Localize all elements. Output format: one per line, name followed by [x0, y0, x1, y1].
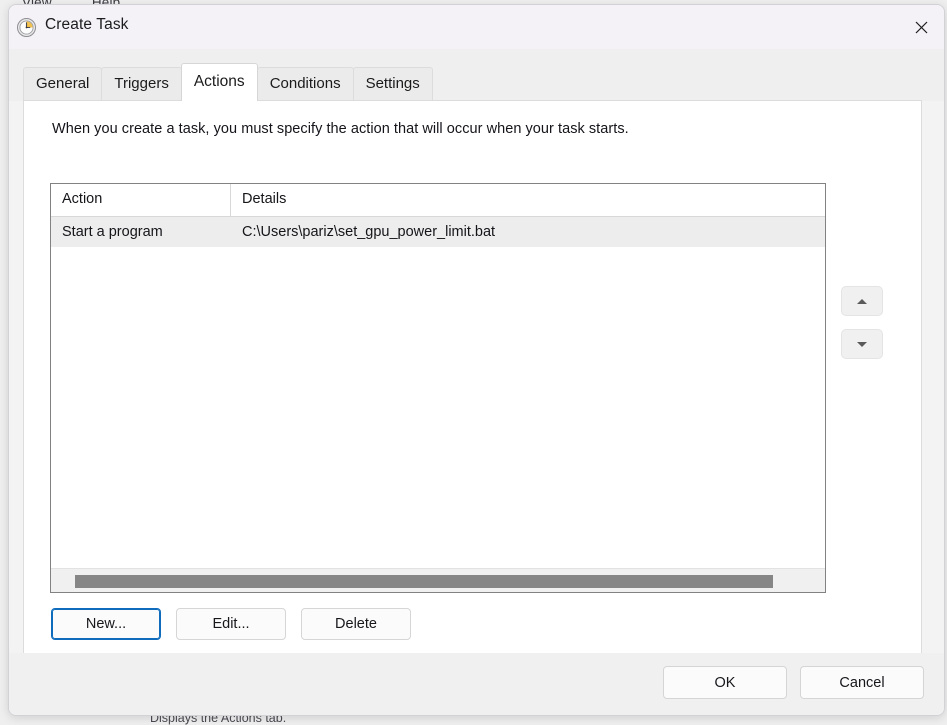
tab-list: General Triggers Actions Conditions Sett… — [23, 63, 432, 101]
arrow-up-icon — [857, 299, 867, 304]
dialog-title: Create Task — [45, 16, 129, 34]
column-header-action[interactable]: Action — [51, 184, 231, 216]
column-header-details[interactable]: Details — [231, 184, 825, 216]
create-task-dialog: Create Task General Triggers Actions Con… — [8, 4, 945, 716]
table-row[interactable]: Start a program C:\Users\pariz\set_gpu_p… — [51, 217, 825, 247]
move-down-button[interactable] — [841, 329, 883, 359]
dialog-footer: OK Cancel — [9, 653, 944, 715]
new-button[interactable]: New... — [51, 608, 161, 640]
clock-icon — [17, 18, 36, 37]
cancel-button[interactable]: Cancel — [800, 666, 924, 699]
cell-action: Start a program — [51, 224, 231, 240]
tab-settings[interactable]: Settings — [353, 67, 433, 101]
tab-actions[interactable]: Actions — [181, 63, 258, 101]
move-up-button[interactable] — [841, 286, 883, 316]
tab-general[interactable]: General — [23, 67, 102, 101]
dialog-titlebar: Create Task — [9, 5, 944, 49]
tab-triggers[interactable]: Triggers — [101, 67, 181, 101]
horizontal-scrollbar[interactable] — [51, 568, 825, 592]
actions-listview[interactable]: Action Details Start a program C:\Users\… — [50, 183, 826, 593]
cell-details: C:\Users\pariz\set_gpu_power_limit.bat — [231, 224, 825, 240]
close-icon — [915, 21, 928, 34]
arrow-down-icon — [857, 342, 867, 347]
listview-header: Action Details — [51, 184, 825, 217]
tab-conditions[interactable]: Conditions — [257, 67, 354, 101]
close-button[interactable] — [898, 5, 944, 49]
delete-button[interactable]: Delete — [301, 608, 411, 640]
actions-tab-panel: When you create a task, you must specify… — [23, 100, 922, 655]
edit-button[interactable]: Edit... — [176, 608, 286, 640]
ok-button[interactable]: OK — [663, 666, 787, 699]
tab-strip: General Triggers Actions Conditions Sett… — [9, 49, 944, 101]
tab-description: When you create a task, you must specify… — [52, 121, 629, 137]
scrollbar-thumb[interactable] — [75, 575, 773, 588]
